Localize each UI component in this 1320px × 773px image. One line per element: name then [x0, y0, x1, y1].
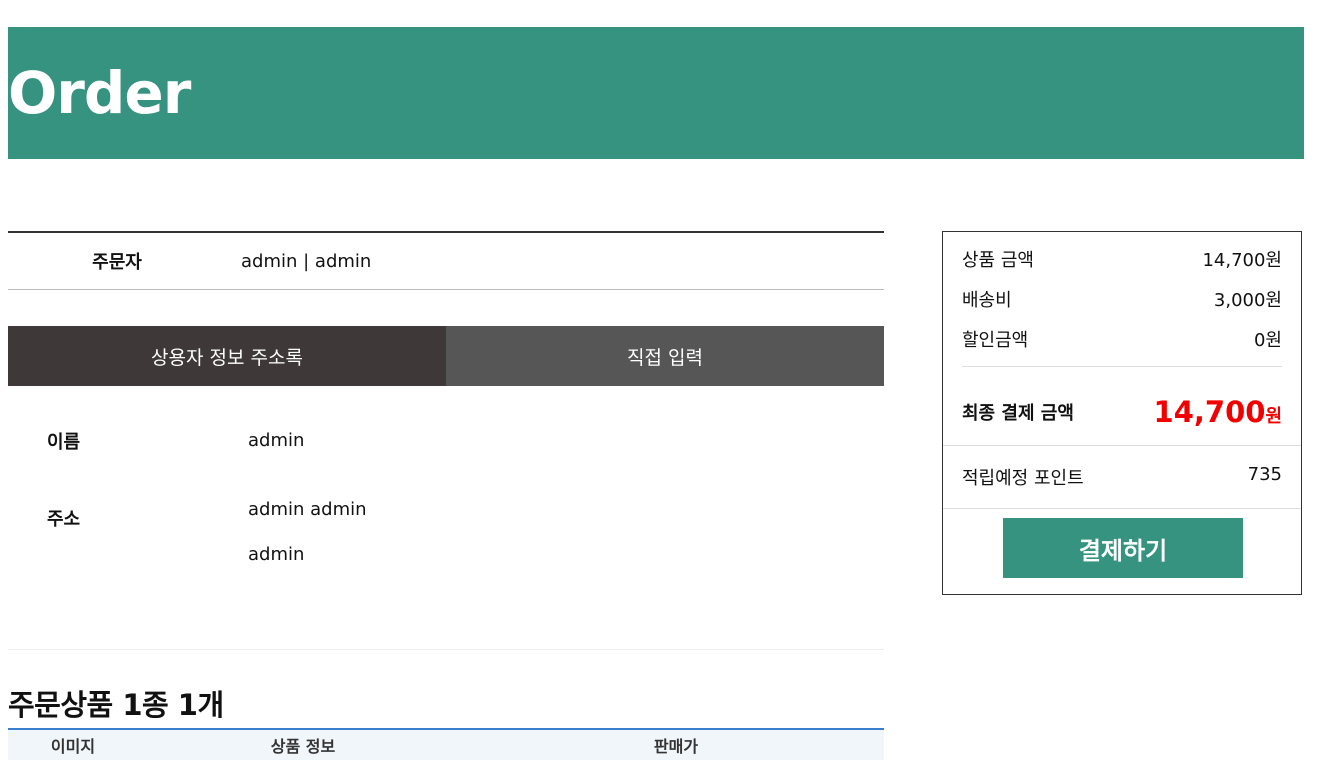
shipping-label: 배송비: [962, 290, 1012, 311]
product-amount-value: 14,700원: [1202, 250, 1282, 271]
final-amount-row: 최종 결제 금액 14,700원: [943, 395, 1301, 429]
final-amount-label: 최종 결제 금액: [962, 403, 1074, 424]
payment-summary: 상품 금액 14,700원 배송비 3,000원 할인금액 0원 최종 결제 금…: [942, 231, 1302, 595]
section-divider: [8, 649, 884, 650]
address-label: 주소: [47, 509, 81, 530]
discount-label: 할인금액: [962, 330, 1029, 351]
summary-divider-2: [943, 445, 1301, 446]
column-price: 판매가: [653, 737, 699, 756]
discount-value: 0원: [1253, 330, 1282, 351]
page-title: Order: [8, 59, 191, 127]
address-line2: admin: [248, 544, 305, 565]
order-form: 주문자 admin | admin 상용자 정보 주소록 직접 입력 이름 ad…: [8, 231, 884, 760]
address-tabs: 상용자 정보 주소록 직접 입력: [8, 326, 884, 386]
summary-divider-3: [943, 508, 1301, 509]
orderer-value: admin | admin: [241, 250, 372, 272]
points-label: 적립예정 포인트: [962, 468, 1084, 489]
shipping-row: 배송비 3,000원: [943, 286, 1301, 312]
summary-divider: [962, 366, 1282, 367]
tab-direct-input[interactable]: 직접 입력: [446, 326, 884, 386]
shipping-value: 3,000원: [1213, 290, 1282, 311]
discount-row: 할인금액 0원: [943, 326, 1301, 352]
product-amount-row: 상품 금액 14,700원: [943, 246, 1301, 272]
name-row: 이름 admin: [8, 428, 884, 475]
points-row: 적립예정 포인트 735: [943, 464, 1301, 490]
name-value: admin: [248, 430, 305, 451]
column-image: 이미지: [50, 737, 96, 756]
product-amount-label: 상품 금액: [962, 250, 1034, 271]
column-product-info: 상품 정보: [270, 737, 336, 756]
final-amount-value: 14,700원: [1153, 395, 1282, 429]
orderer-row: 주문자 admin | admin: [8, 231, 884, 290]
products-table-header: 이미지 상품 정보 판매가: [8, 728, 884, 760]
products-title: 주문상품 1종 1개: [8, 688, 224, 722]
address-row: 주소 admin admin admin: [8, 499, 884, 589]
pay-button[interactable]: 결제하기: [1003, 518, 1243, 578]
points-value: 735: [1247, 464, 1282, 485]
name-label: 이름: [47, 432, 81, 453]
orderer-label: 주문자: [92, 252, 142, 273]
page-header: Order: [8, 27, 1304, 159]
address-line1: admin admin: [248, 499, 367, 520]
tab-address-book[interactable]: 상용자 정보 주소록: [8, 326, 446, 386]
